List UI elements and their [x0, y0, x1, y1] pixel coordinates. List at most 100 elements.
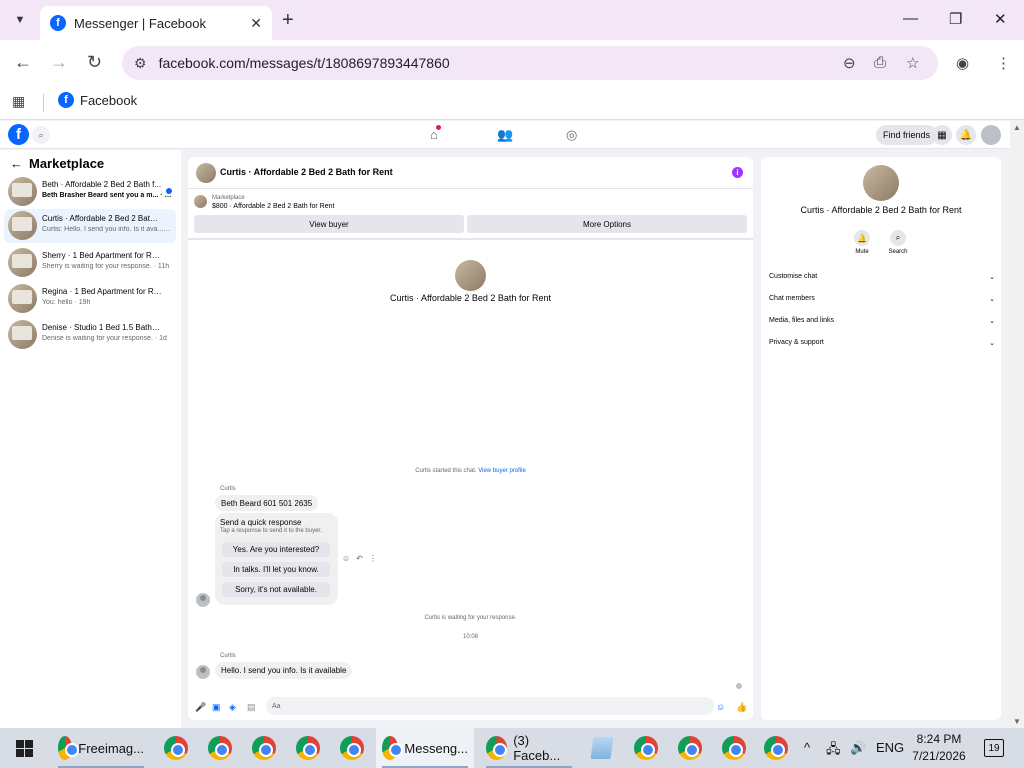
sticker-icon[interactable]: ◈ — [229, 702, 236, 713]
taskbar-item-freeimages[interactable]: Freeimag... — [52, 728, 150, 768]
taskbar-chrome-profile[interactable] — [246, 728, 282, 768]
more-options-button[interactable]: More Options — [467, 215, 747, 233]
windows-start-icon[interactable] — [16, 740, 33, 757]
taskbar-notepad[interactable] — [586, 728, 618, 768]
like-thumb-icon[interactable]: 👍 — [736, 702, 747, 713]
profile-icon[interactable]: ◉ — [956, 54, 969, 72]
privacy-support-row[interactable]: Privacy & support ⌄ — [769, 339, 995, 347]
new-tab-icon[interactable]: + — [282, 9, 294, 32]
customise-chat-row[interactable]: Customise chat ⌄ — [769, 273, 995, 281]
notification-center-icon[interactable]: 19 — [984, 739, 1004, 757]
taskbar-chrome-profile[interactable] — [334, 728, 370, 768]
message-input[interactable]: Aa — [266, 697, 714, 715]
window-close-icon[interactable]: ✕ — [994, 10, 1007, 28]
taskbar-chrome-profile[interactable] — [628, 728, 664, 768]
taskbar-item-messenger[interactable]: Messeng... — [376, 728, 474, 768]
search-label: Search — [888, 249, 908, 255]
gif-icon[interactable]: ▤ — [247, 702, 256, 713]
view-buyer-button[interactable]: View buyer — [194, 215, 464, 233]
taskbar-chrome-profile[interactable] — [158, 728, 194, 768]
address-bar[interactable]: ⚙ facebook.com/messages/t/18086978934478… — [122, 46, 938, 80]
taskbar-item-facebook[interactable]: (3) Faceb... — [480, 728, 578, 768]
message-bubble[interactable]: Beth Beard 601 501 2635 — [215, 495, 319, 511]
taskbar-clock[interactable]: 8:24 PM 7/21/2026 — [908, 731, 970, 765]
scroll-down-icon[interactable]: ▼ — [1013, 717, 1021, 726]
message-bubble[interactable]: Hello. I send you info. Is it available — [215, 662, 353, 679]
info-icon[interactable]: i — [732, 167, 743, 178]
chat-title[interactable]: Curtis · Affordable 2 Bed 2 Bath for Ren… — [220, 167, 393, 177]
tab-list-button[interactable]: ▼ — [8, 8, 32, 32]
page-scrollbar[interactable]: ▲ ▼ — [1010, 121, 1024, 728]
facebook-logo-icon[interactable]: f — [8, 124, 29, 145]
chevron-down-icon: ⌄ — [989, 274, 995, 281]
taskbar-chrome-profile[interactable] — [672, 728, 708, 768]
zoom-icon[interactable]: ⊖ — [843, 54, 856, 72]
chat-members-row[interactable]: Chat members ⌄ — [769, 295, 995, 303]
back-arrow-icon[interactable]: ← — [10, 156, 23, 171]
menu-grid-icon[interactable]: ▦ — [932, 125, 952, 145]
bookmark-star-icon[interactable]: ☆ — [906, 54, 919, 72]
close-tab-icon[interactable]: ✕ — [250, 15, 262, 32]
minimize-icon[interactable]: — — [903, 10, 918, 27]
tray-chevron-up-icon[interactable]: ^ — [804, 740, 810, 755]
find-friends-button[interactable]: Find friends — [876, 125, 938, 145]
avatar — [8, 320, 37, 349]
taskbar-chrome-profile[interactable] — [758, 728, 794, 768]
menu-kebab-icon[interactable]: ⋮ — [996, 54, 1011, 72]
apps-grid-icon[interactable]: ▦ — [12, 93, 25, 110]
install-app-icon[interactable]: ⎙ — [874, 54, 886, 71]
more-icon[interactable]: ⋮ — [369, 554, 377, 563]
quick-response-yes[interactable]: Yes. Are you interested? — [222, 542, 330, 557]
conversation-item[interactable]: Beth · Affordable 2 Bed 2 Bath f... Beth… — [4, 175, 176, 209]
bookmark-facebook[interactable]: f Facebook — [58, 92, 137, 108]
language-indicator[interactable]: ENG — [876, 740, 904, 755]
volume-icon[interactable]: 🔊 — [850, 740, 866, 756]
taskbar-chrome-profile[interactable] — [716, 728, 752, 768]
browser-tab[interactable]: f Messenger | Facebook ✕ — [40, 6, 272, 40]
photo-icon[interactable]: ▣ — [212, 702, 221, 713]
taskbar-chrome-profile[interactable] — [290, 728, 326, 768]
back-icon[interactable]: ← — [14, 52, 32, 73]
conversation-preview: Sherry is waiting for your response. · 1… — [42, 263, 170, 270]
conversation-info-pane: Curtis · Affordable 2 Bed 2 Bath for Ren… — [761, 157, 1001, 720]
restore-icon[interactable]: ❐ — [949, 10, 962, 28]
media-files-links-row[interactable]: Media, files and links ⌄ — [769, 317, 995, 325]
friends-icon[interactable]: 👥 — [497, 127, 513, 143]
site-info-icon[interactable]: ⚙ — [134, 55, 147, 72]
reply-icon[interactable]: ↶ — [356, 554, 363, 563]
microphone-icon[interactable]: 🎤 — [195, 702, 206, 713]
search-icon[interactable]: ⌕ — [890, 230, 906, 246]
conversation-preview: Curtis: Hello. I send you info. Is it av… — [42, 226, 172, 233]
avatar[interactable] — [196, 163, 216, 183]
emoji-icon[interactable]: ☺ — [716, 702, 725, 712]
conversation-item[interactable]: Denise · Studio 1 Bed 1.5 Bath for ... D… — [4, 318, 176, 352]
account-avatar[interactable] — [981, 125, 1001, 145]
react-icon[interactable]: ☺ — [342, 554, 350, 563]
sender-name: Curtis — [220, 653, 236, 659]
conversation-item[interactable]: Sherry · 1 Bed Apartment for Rent Sherry… — [4, 246, 176, 280]
scroll-up-icon[interactable]: ▲ — [1013, 123, 1021, 132]
chrome-icon — [634, 736, 658, 760]
reload-icon[interactable]: ↻ — [87, 52, 102, 73]
search-icon[interactable]: ⌕ — [32, 126, 50, 144]
bookmark-label: Facebook — [80, 92, 138, 108]
row-label: Customise chat — [769, 273, 818, 280]
quick-response-in-talks[interactable]: In talks. I'll let you know. — [222, 562, 330, 577]
chrome-icon — [164, 736, 188, 760]
notifications-bell-icon[interactable]: 🔔 — [956, 125, 976, 145]
groups-icon[interactable]: ◎ — [566, 127, 577, 143]
mute-bell-icon[interactable]: 🔔 — [854, 230, 870, 246]
chevron-down-icon: ⌄ — [989, 296, 995, 303]
quick-response-sorry[interactable]: Sorry, it's not available. — [222, 582, 330, 597]
chat-header: Curtis · Affordable 2 Bed 2 Bath for Ren… — [188, 157, 753, 189]
home-icon[interactable]: ⌂ — [430, 125, 441, 142]
conversation-item[interactable]: Regina · 1 Bed Apartment for Rent You: h… — [4, 282, 176, 316]
conversation-item[interactable]: Curtis · Affordable 2 Bed 2 Bath fo... C… — [4, 209, 176, 243]
notepad-icon — [590, 737, 614, 759]
clock-time: 8:24 PM — [916, 732, 962, 746]
network-icon[interactable]: 🖧 — [826, 740, 841, 762]
view-buyer-profile-link[interactable]: View buyer profile — [478, 468, 526, 474]
taskbar-chrome-profile[interactable] — [202, 728, 238, 768]
forward-icon[interactable]: → — [50, 52, 68, 73]
conversation-name: Denise · Studio 1 Bed 1.5 Bath for ... — [42, 323, 162, 332]
